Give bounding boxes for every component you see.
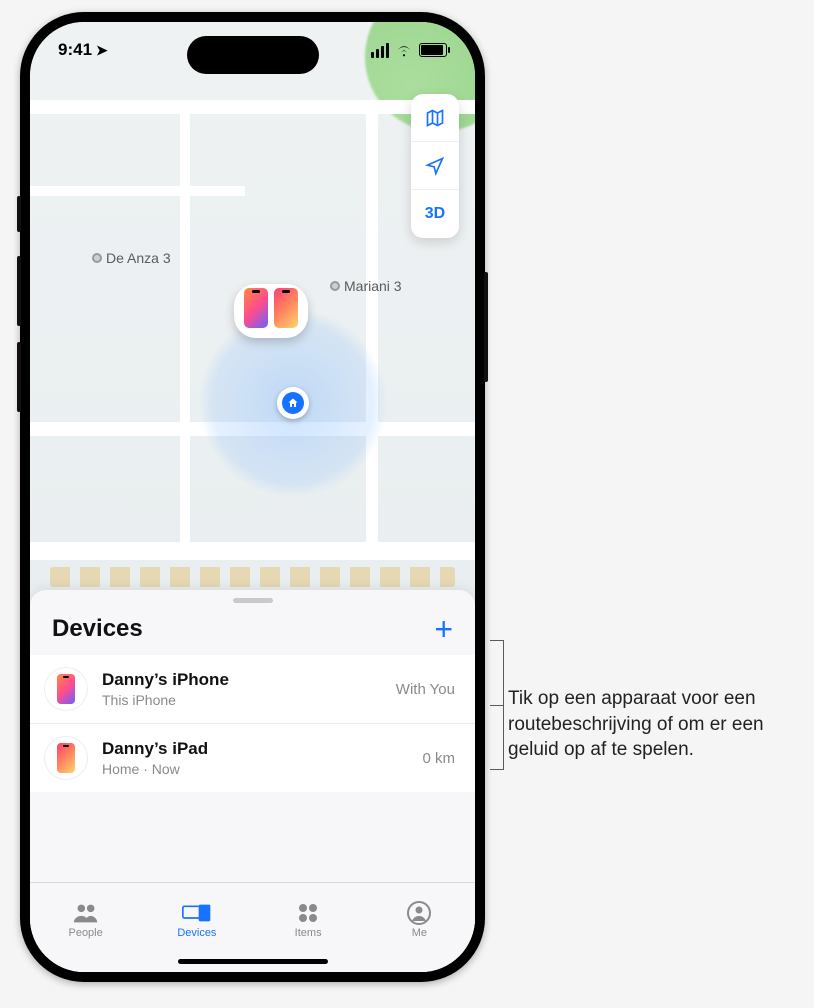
- sheet-title: Devices: [52, 615, 143, 643]
- device-name: Danny’s iPad: [102, 739, 408, 759]
- people-icon: [71, 901, 101, 925]
- volume-down: [17, 342, 21, 412]
- device-name: Danny’s iPhone: [102, 670, 382, 690]
- device-row-iphone[interactable]: Danny’s iPhone This iPhone With You: [30, 655, 475, 724]
- dynamic-island: [187, 36, 319, 74]
- map-road: [30, 542, 475, 560]
- map-road: [30, 100, 475, 114]
- side-button: [484, 272, 488, 382]
- recenter-button[interactable]: [411, 142, 459, 190]
- device-subtitle: This iPhone: [102, 692, 382, 708]
- map-label-deanza: De Anza 3: [92, 250, 171, 266]
- screen: 9:41 ➤ De Anza 3 Mariani 3: [30, 22, 475, 972]
- items-icon: [293, 901, 323, 925]
- volume-up: [17, 256, 21, 326]
- tab-label: Me: [412, 927, 427, 939]
- cellular-icon: [371, 43, 389, 58]
- iphone-frame: 9:41 ➤ De Anza 3 Mariani 3: [20, 12, 485, 982]
- home-indicator[interactable]: [178, 959, 328, 964]
- mini-ipad-icon: [274, 288, 298, 328]
- 3d-toggle-button[interactable]: 3D: [411, 190, 459, 238]
- map-controls: 3D: [411, 94, 459, 238]
- map-mode-button[interactable]: [411, 94, 459, 142]
- device-thumb-iphone: [44, 667, 88, 711]
- tab-label: Items: [295, 927, 322, 939]
- devices-icon: [182, 901, 212, 925]
- mini-iphone-icon: [244, 288, 268, 328]
- wifi-icon: [395, 43, 413, 57]
- sheet-grabber[interactable]: [233, 598, 273, 603]
- tab-label: People: [68, 927, 102, 939]
- device-list: Danny’s iPhone This iPhone With You Dann…: [30, 655, 475, 792]
- tab-devices[interactable]: Devices: [141, 883, 252, 950]
- device-status: With You: [396, 681, 455, 698]
- map-label-mariani: Mariani 3: [330, 278, 402, 294]
- status-time: 9:41: [58, 40, 92, 60]
- home-icon: [282, 392, 304, 414]
- devices-sheet[interactable]: Devices + Danny’s iPhone This iPhone Wit…: [30, 590, 475, 972]
- battery-icon: [419, 43, 447, 57]
- device-row-ipad[interactable]: Danny’s iPad Home · Now 0 km: [30, 724, 475, 792]
- map-buildings: [50, 567, 455, 587]
- tab-people[interactable]: People: [30, 883, 141, 950]
- map-road: [180, 100, 190, 542]
- device-status: 0 km: [422, 750, 455, 767]
- annotation-text: Tik op een apparaat voor een routebeschr…: [508, 686, 798, 763]
- annotation-bracket: [490, 640, 504, 770]
- device-subtitle: Home · Now: [102, 761, 408, 777]
- map-road: [30, 186, 245, 196]
- tab-label: Devices: [177, 927, 216, 939]
- location-services-icon: ➤: [96, 42, 108, 59]
- tab-items[interactable]: Items: [253, 883, 364, 950]
- person-icon: [404, 901, 434, 925]
- add-device-button[interactable]: +: [434, 613, 453, 645]
- device-thumb-ipad: [44, 736, 88, 780]
- tab-me[interactable]: Me: [364, 883, 475, 950]
- map-device-cluster[interactable]: [234, 284, 308, 338]
- silent-switch: [17, 196, 21, 232]
